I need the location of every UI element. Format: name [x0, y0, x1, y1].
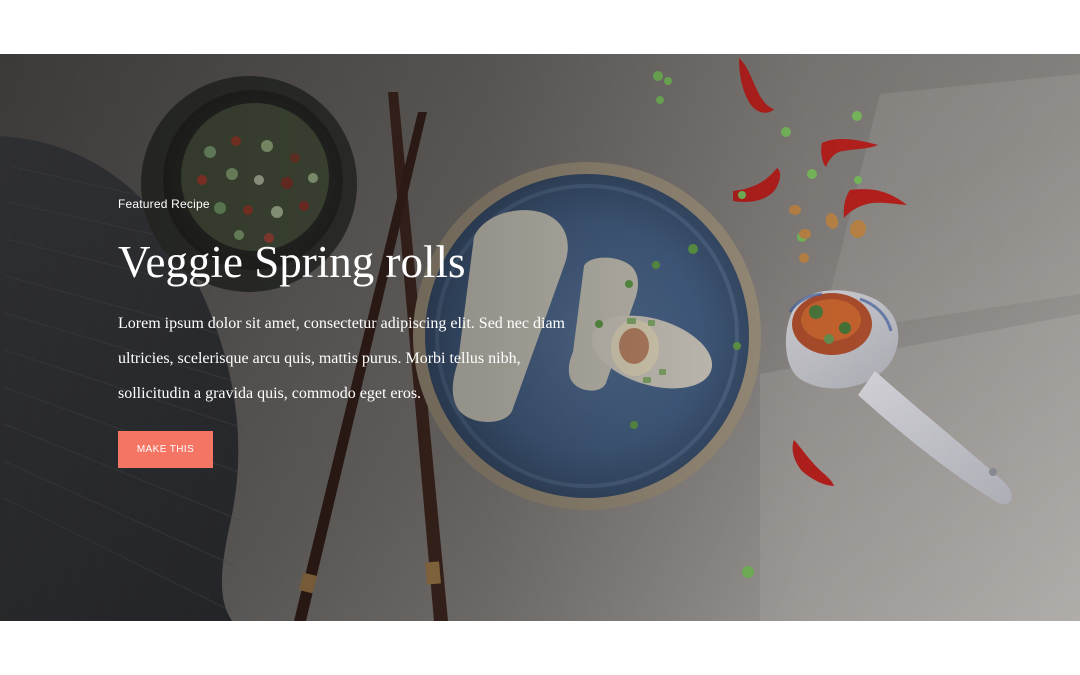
page: Featured Recipe Veggie Spring rolls Lore… [0, 0, 1080, 675]
hero-title: Veggie Spring rolls [118, 237, 466, 287]
hero-banner: Featured Recipe Veggie Spring rolls Lore… [0, 54, 1080, 621]
make-this-button[interactable]: MAKE THIS [118, 431, 213, 468]
hero-content: Featured Recipe Veggie Spring rolls Lore… [118, 194, 598, 468]
featured-label: Featured Recipe [118, 197, 210, 211]
hero-description: Lorem ipsum dolor sit amet, consectetur … [118, 315, 565, 402]
